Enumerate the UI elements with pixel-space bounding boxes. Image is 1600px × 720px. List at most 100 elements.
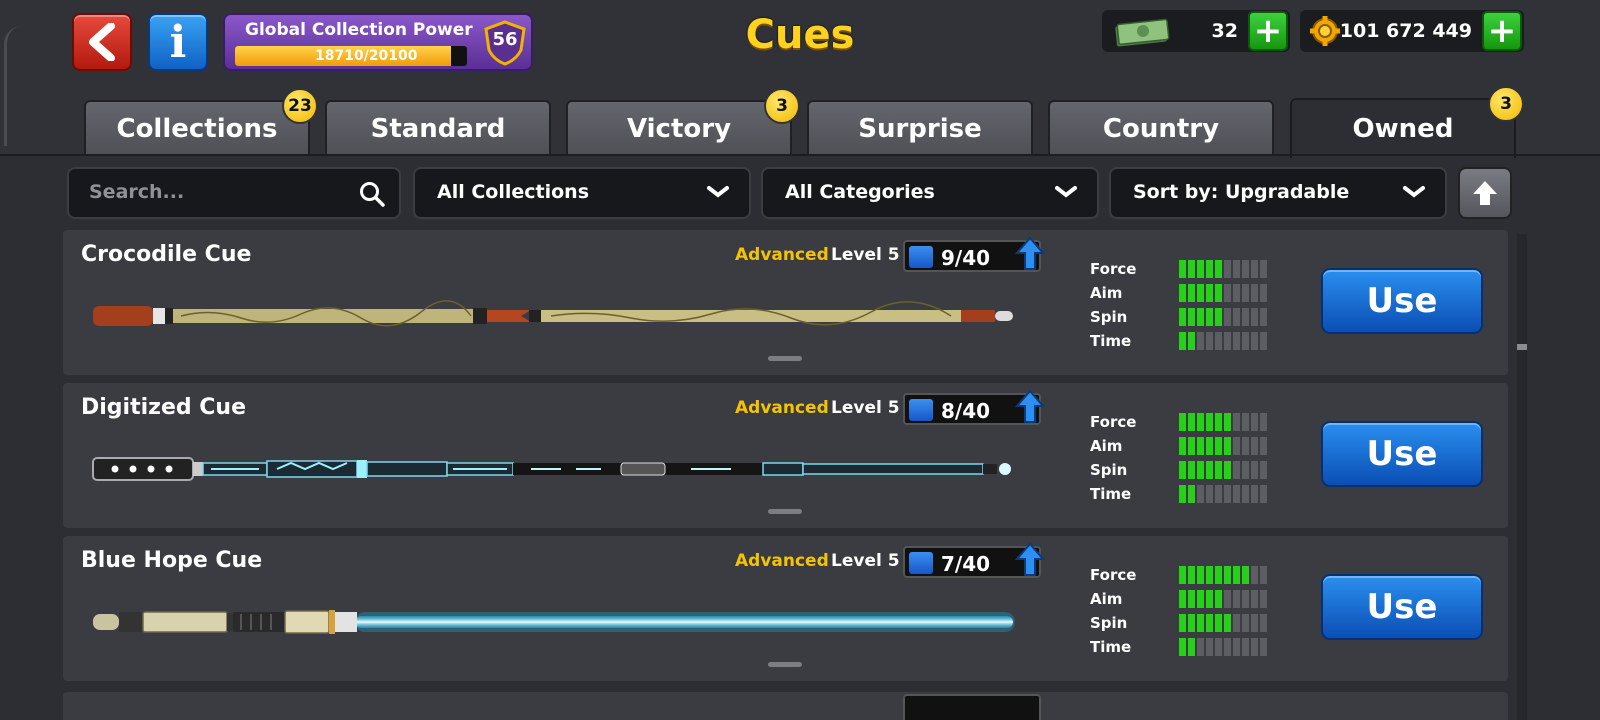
- search-box[interactable]: [67, 167, 401, 219]
- stat-segment: [1188, 614, 1195, 632]
- add-coins-button[interactable]: +: [1482, 11, 1522, 51]
- stat-segment: [1242, 485, 1249, 503]
- collection-filter-dropdown[interactable]: All Collections: [413, 167, 751, 219]
- stat-segment: [1206, 308, 1213, 326]
- cue-card[interactable]: Crocodile Cue Advanced Level 5 9/40 Forc…: [63, 230, 1508, 375]
- tab-collections[interactable]: Collections 23: [84, 88, 318, 155]
- stat-aim: Aim: [1090, 435, 1280, 459]
- cue-name: Digitized Cue: [81, 395, 247, 420]
- stat-label: Spin: [1090, 614, 1128, 632]
- stat-segment: [1233, 566, 1240, 584]
- scrollbar-thumb[interactable]: [1517, 344, 1527, 350]
- stat-segment: [1242, 638, 1249, 656]
- stat-label: Force: [1090, 566, 1137, 584]
- stat-segment: [1197, 638, 1204, 656]
- stat-bar: [1179, 638, 1267, 656]
- stat-segment: [1188, 284, 1195, 302]
- stat-segment: [1251, 638, 1258, 656]
- stat-aim: Aim: [1090, 282, 1280, 306]
- use-button[interactable]: Use: [1321, 421, 1483, 487]
- stat-bar: [1179, 332, 1267, 350]
- stat-label: Spin: [1090, 308, 1128, 326]
- stat-segment: [1206, 590, 1213, 608]
- arrow-up-icon: [1473, 181, 1497, 205]
- cue-card[interactable]: Blue Hope Cue Advanced Level 5 7/40 Forc…: [63, 536, 1508, 681]
- cue-stats: Force Aim Spin Time: [1090, 564, 1280, 660]
- dropdown-value: All Collections: [437, 181, 589, 203]
- stat-segment: [1224, 614, 1231, 632]
- stat-segment: [1179, 284, 1186, 302]
- stat-segment: [1242, 308, 1249, 326]
- cue-tier: Advanced: [735, 398, 829, 418]
- stat-segment: [1260, 332, 1267, 350]
- stat-time: Time: [1090, 330, 1280, 354]
- use-button[interactable]: Use: [1321, 268, 1483, 334]
- tab-label: Collections: [116, 113, 278, 144]
- coins-counter: 101 672 449 +: [1300, 10, 1524, 52]
- stat-segment: [1197, 461, 1204, 479]
- expand-handle[interactable]: [768, 356, 802, 361]
- category-filter-dropdown[interactable]: All Categories: [761, 167, 1099, 219]
- stat-bar: [1179, 308, 1267, 326]
- cue-name: Blue Hope Cue: [81, 548, 263, 573]
- cue-card[interactable]: Digitized Cue Advanced Level 5 8/40 Forc…: [63, 383, 1508, 528]
- stat-segment: [1197, 437, 1204, 455]
- stat-segment: [1206, 284, 1213, 302]
- tab-surprise[interactable]: Surprise: [807, 100, 1033, 155]
- upgrade-progress-value: 9/40: [941, 246, 991, 270]
- sort-dropdown[interactable]: Sort by: Upgradable: [1109, 167, 1447, 219]
- stat-segment: [1224, 413, 1231, 431]
- stat-segment: [1242, 284, 1249, 302]
- tab-owned[interactable]: Owned 3: [1290, 86, 1524, 158]
- stat-label: Time: [1090, 332, 1132, 350]
- cue-level: Level 5: [831, 245, 900, 265]
- expand-handle[interactable]: [768, 662, 802, 667]
- stat-segment: [1260, 485, 1267, 503]
- tab-victory[interactable]: Victory 3: [566, 88, 800, 155]
- stat-label: Aim: [1090, 590, 1123, 608]
- stat-segment: [1179, 332, 1186, 350]
- search-input[interactable]: [89, 181, 339, 203]
- stat-segment: [1224, 590, 1231, 608]
- upgrade-progress-value: 7/40: [941, 552, 991, 576]
- tab-label: Owned: [1352, 114, 1454, 144]
- upgrade-progress-value: 8/40: [941, 399, 991, 423]
- upgrade-arrow-icon[interactable]: [1015, 236, 1045, 272]
- tab-divider: [0, 154, 1600, 156]
- crocodile-cue-image: [93, 300, 1013, 327]
- stat-bar: [1179, 461, 1267, 479]
- stat-spin: Spin: [1090, 306, 1280, 330]
- stat-segment: [1233, 260, 1240, 278]
- notification-badge: 23: [282, 88, 318, 124]
- stat-segment: [1260, 461, 1267, 479]
- stat-segment: [1188, 413, 1195, 431]
- stat-segment: [1224, 638, 1231, 656]
- scrollbar-track[interactable]: [1517, 234, 1527, 720]
- stat-segment: [1251, 260, 1258, 278]
- cue-card-partial[interactable]: [63, 692, 1508, 720]
- tab-country[interactable]: Country: [1048, 100, 1274, 155]
- stat-force: Force: [1090, 564, 1280, 588]
- stat-segment: [1251, 284, 1258, 302]
- upgrade-arrow-icon[interactable]: [1015, 389, 1045, 425]
- cue-tier: Advanced: [735, 245, 829, 265]
- stat-segment: [1215, 566, 1222, 584]
- stat-segment: [1206, 566, 1213, 584]
- sort-direction-button[interactable]: [1458, 167, 1512, 219]
- stat-segment: [1233, 485, 1240, 503]
- stat-segment: [1188, 638, 1195, 656]
- stat-force: Force: [1090, 258, 1280, 282]
- expand-handle[interactable]: [768, 509, 802, 514]
- add-cash-button[interactable]: +: [1248, 11, 1288, 51]
- stat-segment: [1206, 485, 1213, 503]
- use-button[interactable]: Use: [1321, 574, 1483, 640]
- tab-standard[interactable]: Standard: [325, 100, 551, 155]
- stat-segment: [1215, 461, 1222, 479]
- upgrade-arrow-icon[interactable]: [1015, 542, 1045, 578]
- stat-segment: [1260, 590, 1267, 608]
- stat-segment: [1251, 437, 1258, 455]
- stat-segment: [1179, 308, 1186, 326]
- tab-label: Country: [1102, 113, 1220, 144]
- stat-segment: [1224, 461, 1231, 479]
- stat-segment: [1188, 260, 1195, 278]
